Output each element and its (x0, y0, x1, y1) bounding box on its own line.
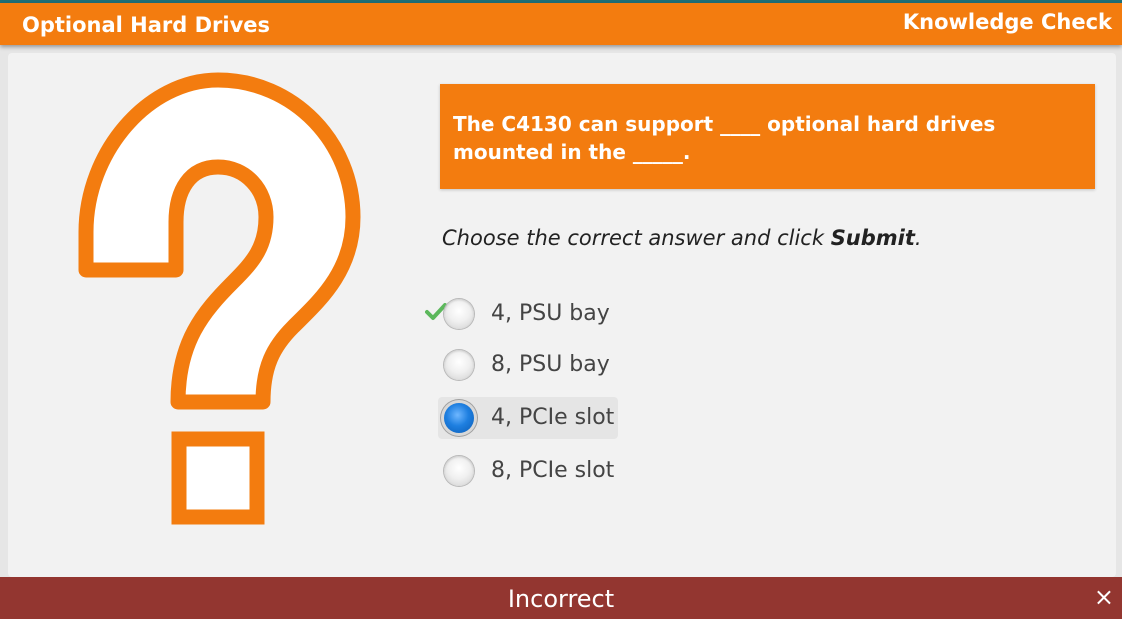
question-box: The C4130 can support ____ optional hard… (440, 84, 1095, 189)
page-title: Optional Hard Drives (22, 13, 271, 37)
answer-label: 8, PSU bay (491, 352, 610, 377)
radio-button[interactable] (444, 456, 474, 486)
close-icon[interactable]: × (1094, 583, 1114, 611)
instruction-suffix: . (914, 226, 922, 250)
instruction-text: Choose the correct answer and click Subm… (442, 226, 922, 250)
feedback-text: Incorrect (507, 585, 615, 613)
answer-option-2[interactable]: 8, PSU bay (444, 350, 614, 386)
answer-label: 4, PSU bay (491, 301, 610, 326)
radio-button[interactable] (444, 350, 474, 380)
answer-option-4[interactable]: 8, PCIe slot (444, 456, 634, 492)
instruction-submit-word: Submit (830, 226, 915, 250)
feedback-bar: Incorrect × (0, 577, 1122, 619)
answer-option-1[interactable]: 4, PSU bay (444, 299, 614, 335)
instruction-prefix: Choose the correct answer and click (442, 226, 831, 250)
header-bar: Optional Hard Drives Knowledge Check (0, 3, 1122, 45)
knowledge-check-label: Knowledge Check (902, 10, 1112, 34)
answer-option-3[interactable]: 4, PCIe slot (438, 397, 624, 439)
radio-button[interactable] (444, 299, 474, 329)
answer-label: 8, PCIe slot (491, 458, 615, 483)
radio-button-selected[interactable] (444, 403, 474, 433)
question-mark-icon (78, 72, 361, 525)
answer-label: 4, PCIe slot (491, 405, 615, 430)
question-text: The C4130 can support ____ optional hard… (453, 112, 996, 164)
